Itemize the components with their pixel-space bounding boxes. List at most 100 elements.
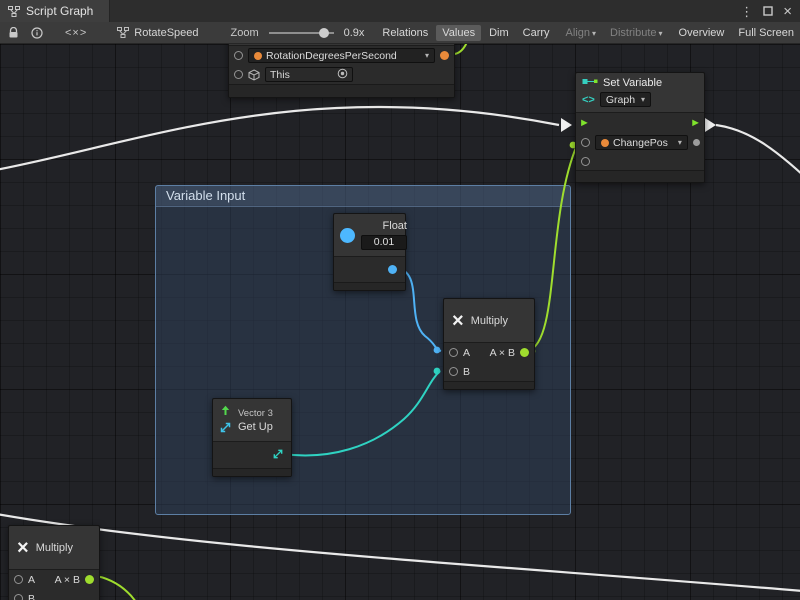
object-picker-icon[interactable] — [337, 68, 348, 82]
title-bar: Script Graph ⋮ × — [0, 0, 800, 22]
relations-button[interactable]: Relations — [376, 25, 434, 41]
input-port-b[interactable] — [14, 594, 23, 600]
zoom-slider[interactable] — [269, 27, 334, 39]
align-label: Align — [566, 27, 590, 39]
tab-script-graph[interactable]: Script Graph — [0, 0, 110, 22]
dim-button[interactable]: Dim — [483, 25, 515, 41]
script-graph-window: Script Graph ⋮ × <×> RotateSpeed Zoom 0.… — [0, 0, 800, 600]
input-port-a[interactable] — [449, 348, 458, 357]
flow-input-arrow-icon[interactable]: ► — [579, 118, 590, 129]
input-port[interactable] — [581, 157, 590, 166]
input-port[interactable] — [234, 70, 243, 79]
flow-port-row: ► ► — [576, 113, 704, 133]
maximize-icon[interactable] — [763, 5, 773, 18]
float-value-field[interactable]: 0.01 — [361, 235, 407, 250]
target-label: This — [270, 69, 290, 81]
port-out-label: A × B — [490, 347, 515, 359]
chevron-down-icon: ▾ — [425, 51, 429, 60]
port-row-fallback — [576, 152, 704, 170]
input-port[interactable] — [234, 51, 243, 60]
port-row-variable-name: RotationDegreesPerSecond ▾ — [229, 46, 454, 65]
up-arrow-icon — [219, 404, 232, 420]
variable-name-label: RotationDegreesPerSecond — [266, 50, 397, 62]
value-output-port[interactable] — [693, 139, 700, 146]
carry-button[interactable]: Carry — [517, 25, 556, 41]
value-output-port[interactable] — [440, 51, 449, 60]
flow-wire-out-of-set-variable — [716, 125, 800, 186]
variable-type-dot — [601, 139, 609, 147]
get-variable-ports: RotationDegreesPerSecond ▾ This — [229, 45, 454, 84]
lock-icon[interactable] — [8, 27, 19, 39]
float-type-icon — [340, 228, 355, 243]
distribute-dropdown[interactable]: Distribute▾ — [604, 25, 668, 41]
vector-arrows-icon — [219, 421, 232, 437]
port-row-b: B — [9, 589, 99, 600]
set-variable-ports: ► ► ChangePos ▾ — [576, 112, 704, 170]
close-icon[interactable]: × — [783, 5, 792, 18]
node-title: Multiply — [36, 542, 73, 554]
node-type-label: Vector 3 — [238, 408, 273, 419]
window-controls: ⋮ × — [740, 5, 800, 18]
info-icon[interactable] — [31, 27, 43, 39]
input-port-a[interactable] — [14, 575, 23, 584]
node-get-up[interactable]: Vector 3 Get Up — [212, 398, 292, 477]
variable-type-dot — [254, 52, 262, 60]
graph-name-label: RotateSpeed — [134, 27, 198, 39]
get-up-ports — [213, 441, 291, 468]
zoom-slider-handle[interactable] — [319, 28, 329, 38]
group-title[interactable]: Variable Input — [156, 186, 570, 207]
multiply-header: × Multiply — [444, 299, 534, 342]
node-footer — [576, 170, 704, 182]
node-footer — [213, 468, 291, 476]
node-multiply[interactable]: × Multiply A A × B B — [443, 298, 535, 390]
graph-canvas[interactable]: Variable Input — [0, 44, 800, 600]
code-preview-toggle[interactable]: <×> — [65, 27, 87, 39]
port-a-label: A — [28, 574, 35, 586]
port-b-label: B — [463, 366, 470, 378]
node-multiply-2[interactable]: × Multiply A A × B B — [8, 525, 100, 600]
graph-asset-icon — [117, 27, 129, 38]
variables-brackets-icon: <> — [582, 94, 595, 106]
distribute-label: Distribute — [610, 27, 656, 39]
float-header: Float 0.01 — [334, 214, 405, 256]
value-output-port[interactable] — [388, 265, 397, 274]
menu-kebab-icon[interactable]: ⋮ — [740, 5, 753, 18]
node-footer — [334, 282, 405, 290]
variable-name-dropdown[interactable]: RotationDegreesPerSecond ▾ — [248, 48, 435, 63]
align-dropdown[interactable]: Align▾ — [560, 25, 602, 41]
values-button[interactable]: Values — [436, 25, 481, 41]
chevron-down-icon: ▾ — [678, 138, 682, 147]
value-output-port[interactable] — [520, 348, 529, 357]
set-variable-header: Set Variable <> Graph ▾ — [576, 73, 704, 112]
float-ports — [334, 256, 405, 282]
zoom-value: 0.9x — [344, 27, 365, 39]
node-float[interactable]: Float 0.01 — [333, 213, 406, 291]
overview-button[interactable]: Overview — [673, 25, 731, 41]
value-input-port[interactable] — [581, 138, 590, 147]
port-row-variable: ChangePos ▾ — [576, 133, 704, 152]
flow-output-arrow-icon[interactable]: ► — [690, 118, 701, 129]
target-object-field[interactable]: This — [265, 67, 353, 82]
node-title: Float — [383, 220, 407, 232]
port-row-b: B — [444, 362, 534, 381]
variable-name-dropdown[interactable]: ChangePos ▾ — [595, 135, 688, 150]
node-get-variable[interactable]: RotationDegreesPerSecond ▾ This — [228, 44, 455, 98]
port-row-target: This — [229, 65, 454, 84]
vector-output-port[interactable] — [272, 448, 284, 463]
node-set-variable[interactable]: Set Variable <> Graph ▾ ► ► — [575, 72, 705, 183]
port-row-a: A A × B — [9, 570, 99, 589]
chevron-down-icon: ▾ — [659, 29, 663, 38]
multiply-ports: A A × B B — [444, 342, 534, 381]
flow-wire-into-set-variable — [0, 107, 559, 172]
variable-kind-dropdown[interactable]: Graph ▾ — [600, 92, 651, 107]
input-port-b[interactable] — [449, 367, 458, 376]
value-output-port[interactable] — [85, 575, 94, 584]
multiply-icon: × — [452, 312, 464, 330]
gameobject-cube-icon — [248, 69, 260, 81]
fullscreen-button[interactable]: Full Screen — [732, 25, 800, 41]
port-a-label: A — [463, 347, 470, 359]
flow-wire-bottom — [0, 512, 800, 592]
multiply-header: × Multiply — [9, 526, 99, 569]
node-title: Get Up — [238, 421, 273, 433]
multiply-icon: × — [17, 539, 29, 557]
